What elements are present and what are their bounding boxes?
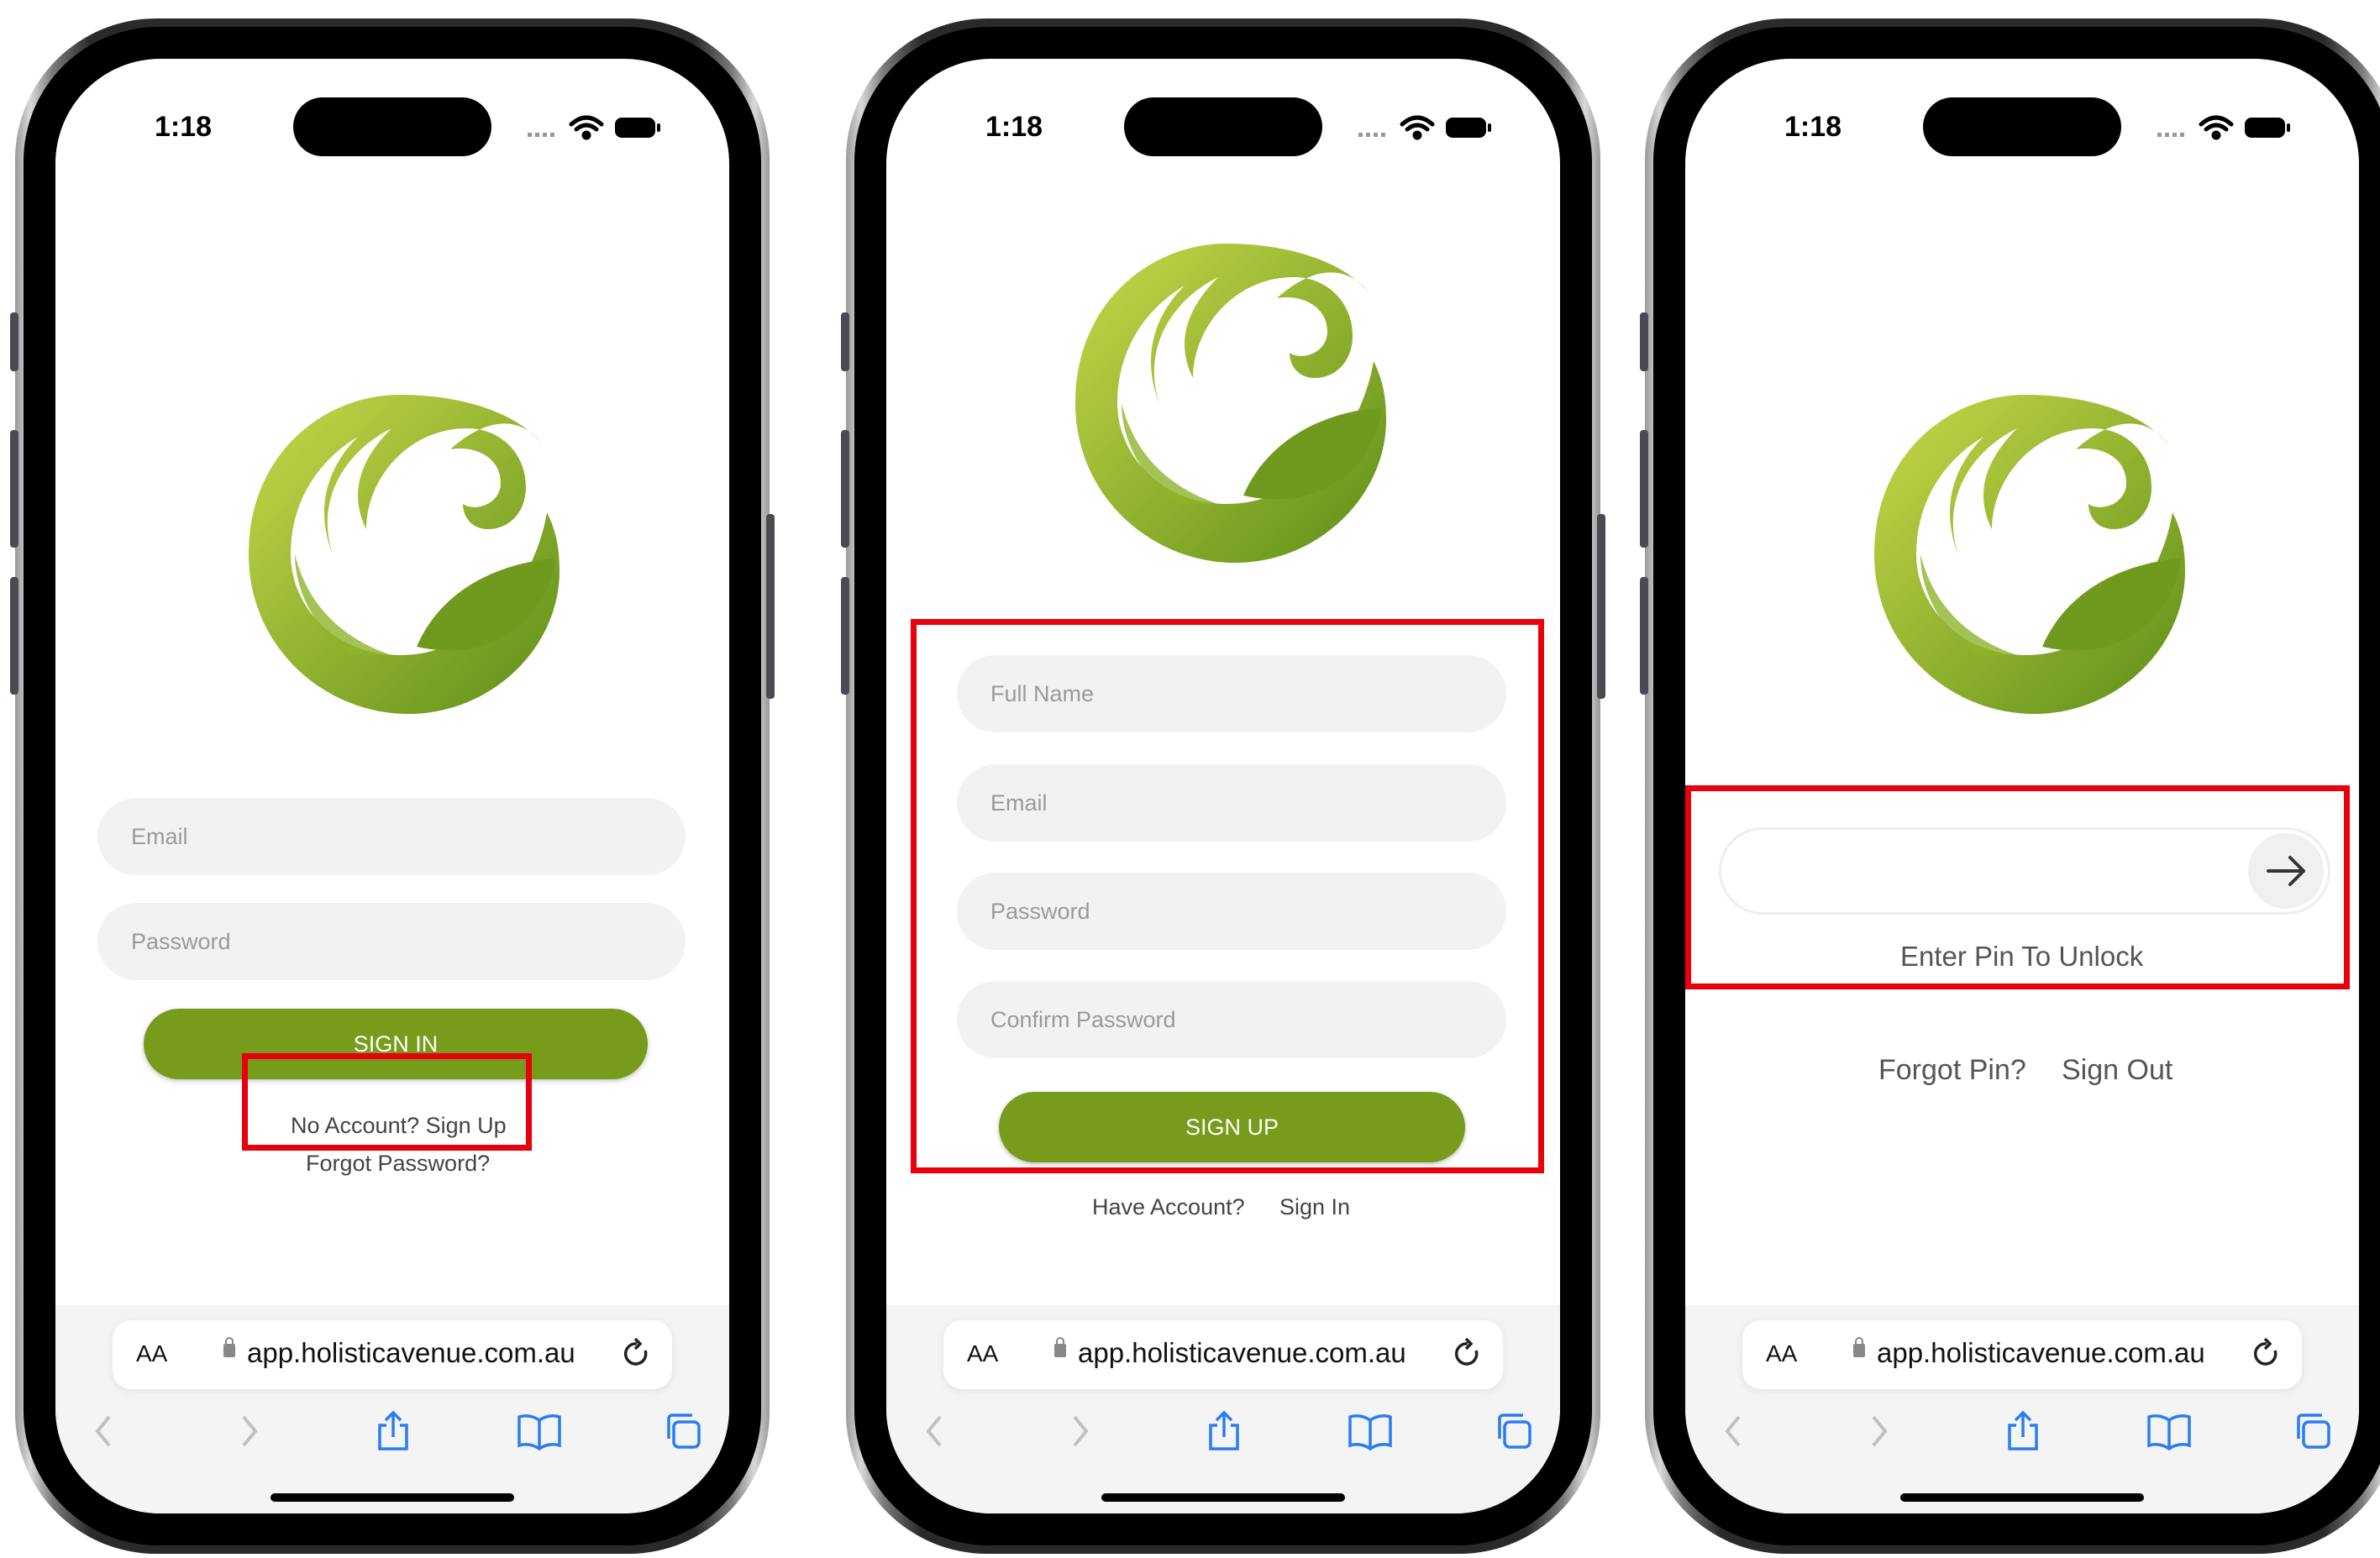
status-time: 1:18: [155, 111, 213, 143]
tabs-icon[interactable]: [662, 1410, 704, 1452]
screen-signin: 1:18 Email Password SIGN IN No Account? …: [55, 59, 729, 1513]
signal-icon: [528, 133, 554, 137]
sign-out-link[interactable]: Sign Out: [2062, 1054, 2172, 1087]
address-bar[interactable]: AA app.holisticavenue.com.au: [943, 1320, 1503, 1389]
forgot-password-link[interactable]: Forgot Password?: [306, 1151, 490, 1177]
status-icons: [2157, 113, 2300, 146]
forgot-pin-link[interactable]: Forgot Pin?: [1878, 1054, 2026, 1087]
status-time: 1:18: [1784, 111, 1842, 143]
side-button: [10, 577, 18, 695]
home-indicator: [1101, 1493, 1345, 1502]
safari-toolbar: AA app.holisticavenue.com.au: [1685, 1305, 2359, 1513]
url-text[interactable]: app.holisticavenue.com.au: [1877, 1337, 2205, 1369]
dynamic-island: [1124, 97, 1322, 156]
share-icon[interactable]: [1206, 1410, 1243, 1452]
email-field[interactable]: Email: [97, 798, 686, 875]
back-icon[interactable]: [1719, 1410, 1749, 1452]
battery-icon: [1446, 118, 1491, 138]
share-icon[interactable]: [375, 1410, 412, 1452]
dynamic-island: [293, 97, 491, 156]
leaf-swirl-logo: [1075, 244, 1386, 563]
lock-icon: [223, 1337, 235, 1357]
lock-icon: [1853, 1337, 1865, 1357]
highlight-box: [242, 1053, 532, 1151]
phone-frame-signin: 1:18 Email Password SIGN IN No Account? …: [10, 18, 775, 1554]
lock-icon: [1054, 1337, 1066, 1357]
status-icons: [1358, 113, 1501, 146]
signal-icon: [1358, 133, 1385, 137]
address-bar[interactable]: AA app.holisticavenue.com.au: [113, 1320, 672, 1389]
highlight-box: [1685, 785, 2350, 989]
side-button: [1597, 514, 1605, 699]
reader-options-button[interactable]: AA: [1766, 1340, 1797, 1367]
bookmarks-icon[interactable]: [1347, 1410, 1394, 1452]
bookmarks-icon[interactable]: [2146, 1410, 2193, 1452]
wifi-icon: [569, 115, 604, 140]
wifi-icon: [2199, 115, 2234, 140]
home-indicator: [1900, 1493, 2144, 1502]
sign-in-link[interactable]: Sign In: [1279, 1194, 1350, 1220]
safari-toolbar: AA app.holisticavenue.com.au: [55, 1305, 729, 1513]
reload-icon[interactable]: [620, 1335, 654, 1372]
side-button: [1640, 577, 1648, 695]
reload-icon[interactable]: [1451, 1335, 1484, 1372]
reader-options-button[interactable]: AA: [136, 1340, 167, 1367]
dynamic-island: [1923, 97, 2121, 156]
side-button: [10, 312, 18, 371]
side-button: [766, 514, 775, 699]
side-button: [1640, 312, 1648, 371]
wifi-icon: [1400, 115, 1435, 140]
side-button: [841, 430, 849, 548]
signal-icon: [2157, 133, 2184, 137]
battery-icon: [2245, 118, 2290, 138]
forward-icon[interactable]: [1863, 1410, 1894, 1452]
side-button: [841, 577, 849, 695]
leaf-swirl-logo: [249, 395, 560, 714]
highlight-box: [911, 619, 1544, 1173]
tabs-icon[interactable]: [2292, 1410, 2334, 1452]
reload-icon[interactable]: [2250, 1335, 2283, 1372]
reader-options-button[interactable]: AA: [967, 1340, 998, 1367]
url-text[interactable]: app.holisticavenue.com.au: [247, 1337, 575, 1369]
side-button: [841, 312, 849, 371]
password-field[interactable]: Password: [97, 903, 686, 980]
tabs-icon[interactable]: [1493, 1410, 1535, 1452]
status-time: 1:18: [985, 111, 1043, 143]
back-icon[interactable]: [89, 1410, 119, 1452]
status-icons: [528, 113, 670, 146]
address-bar[interactable]: AA app.holisticavenue.com.au: [1742, 1320, 2302, 1389]
safari-toolbar: AA app.holisticavenue.com.au: [886, 1305, 1560, 1513]
bookmarks-icon[interactable]: [516, 1410, 563, 1452]
back-icon[interactable]: [920, 1410, 950, 1452]
share-icon[interactable]: [2004, 1410, 2041, 1452]
battery-icon: [615, 118, 660, 138]
have-account-text: Have Account?: [1092, 1194, 1245, 1220]
side-button: [1640, 430, 1648, 548]
side-button: [10, 430, 18, 548]
home-indicator: [271, 1493, 514, 1502]
leaf-swirl-logo: [1874, 395, 2185, 714]
forward-icon[interactable]: [234, 1410, 264, 1452]
forward-icon[interactable]: [1064, 1410, 1095, 1452]
url-text[interactable]: app.holisticavenue.com.au: [1078, 1337, 1406, 1369]
